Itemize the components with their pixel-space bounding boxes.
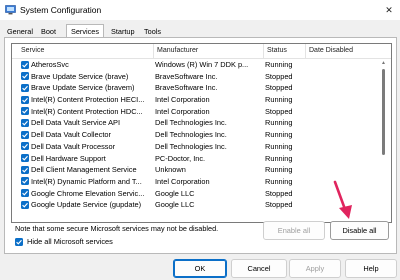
tab-boot[interactable]: Boot [41, 26, 56, 37]
service-checkbox[interactable] [21, 107, 29, 116]
service-manufacturer: Google LLC [155, 200, 195, 210]
column-divider[interactable] [305, 44, 306, 58]
hide-microsoft-services-checkbox[interactable] [15, 238, 23, 246]
tab-startup[interactable]: Startup [111, 26, 135, 37]
service-name: AtherosSvc [31, 60, 69, 69]
service-checkbox[interactable] [21, 142, 29, 151]
tab-general[interactable]: General [7, 26, 33, 37]
service-checkbox[interactable] [21, 130, 29, 139]
table-row[interactable]: Dell Hardware Support PC-Doctor, Inc. Ru… [12, 153, 372, 165]
column-divider[interactable] [263, 44, 264, 58]
service-name: Brave Update Service (bravem) [31, 83, 135, 93]
ok-button[interactable]: OK [173, 259, 227, 278]
service-name: Intel(R) Dynamic Platform and T... [31, 176, 142, 186]
window-title: System Configuration [20, 5, 102, 15]
service-status: Stopped [265, 188, 293, 198]
note-text: Note that some secure Microsoft services… [15, 224, 219, 233]
table-row[interactable]: Intel(R) Content Protection HECI... Inte… [12, 94, 372, 106]
service-manufacturer: Intel Corporation [155, 176, 210, 186]
service-checkbox[interactable] [21, 154, 29, 162]
service-status: Running [265, 165, 293, 175]
service-status: Running [265, 130, 293, 140]
service-name: Dell Hardware Support [31, 153, 106, 163]
service-checkbox[interactable] [21, 177, 29, 186]
list-header: Service Manufacturer Status Date Disable… [12, 44, 391, 59]
service-name: Dell Data Vault Processor [31, 141, 116, 151]
service-name: Intel(R) Content Protection HDC... [31, 106, 143, 116]
system-configuration-icon [5, 5, 16, 15]
hide-microsoft-services-label[interactable]: Hide all Microsoft services [27, 237, 113, 246]
table-row[interactable]: Google Update Service (gupdate) Google L… [12, 199, 372, 211]
service-manufacturer: Dell Technologies Inc. [155, 118, 227, 128]
service-checkbox[interactable] [21, 72, 29, 81]
service-name: Brave Update Service (brave) [31, 71, 129, 81]
service-status: Running [265, 153, 293, 163]
table-row[interactable]: Dell Data Vault Collector Dell Technolog… [12, 129, 372, 141]
service-status: Stopped [265, 200, 293, 210]
service-checkbox[interactable] [21, 60, 29, 69]
help-button[interactable]: Help [345, 259, 397, 278]
table-row[interactable]: Brave Update Service (bravem) BraveSoftw… [12, 82, 372, 94]
table-row[interactable]: Google Chrome Elevation Servic... Google… [12, 188, 372, 200]
close-button[interactable]: ✕ [378, 0, 400, 20]
table-row[interactable]: Dell Data Vault Service API Dell Technol… [12, 117, 372, 129]
service-checkbox[interactable] [21, 165, 29, 174]
scroll-up-arrow-icon[interactable]: ▲ [381, 60, 386, 66]
service-name: Dell Client Management Service [31, 165, 137, 175]
service-name: Dell Data Vault Service API [31, 118, 121, 128]
service-checkbox[interactable] [21, 200, 29, 209]
service-manufacturer: BraveSoftware Inc. [155, 71, 218, 81]
apply-button[interactable]: Apply [289, 259, 341, 278]
service-checkbox[interactable] [21, 118, 29, 127]
column-header-manufacturer[interactable]: Manufacturer [157, 47, 198, 54]
service-name: Intel(R) Content Protection HECI... [31, 95, 145, 105]
scrollbar-thumb[interactable] [382, 69, 385, 155]
service-manufacturer: Dell Technologies Inc. [155, 130, 227, 140]
column-header-date-disabled[interactable]: Date Disabled [309, 47, 353, 54]
service-checkbox[interactable] [21, 83, 29, 92]
table-row[interactable]: Dell Data Vault Processor Dell Technolog… [12, 141, 372, 153]
table-row[interactable]: Dell Client Management Service Unknown R… [12, 164, 372, 176]
service-name: Dell Data Vault Collector [31, 130, 111, 140]
table-row[interactable]: Brave Update Service (brave) BraveSoftwa… [12, 71, 372, 83]
tab-tools[interactable]: Tools [144, 26, 161, 37]
service-status: Stopped [265, 106, 293, 116]
service-manufacturer: Windows (R) Win 7 DDK p... [155, 60, 249, 69]
column-header-service[interactable]: Service [21, 47, 44, 54]
service-manufacturer: Intel Corporation [155, 95, 210, 105]
column-divider[interactable] [153, 44, 154, 58]
service-manufacturer: BraveSoftware Inc. [155, 83, 218, 93]
service-status: Running [265, 95, 293, 105]
service-status: Running [265, 176, 293, 186]
service-status: Stopped [265, 83, 293, 93]
service-status: Running [265, 60, 293, 69]
service-manufacturer: Dell Technologies Inc. [155, 141, 227, 151]
service-status: Stopped [265, 71, 293, 81]
enable-all-button[interactable]: Enable all [263, 221, 325, 240]
service-checkbox[interactable] [21, 95, 29, 104]
service-name: Google Update Service (gupdate) [31, 200, 142, 210]
vertical-scrollbar[interactable]: ▲ [380, 60, 388, 220]
column-header-status[interactable]: Status [267, 47, 287, 54]
service-rows: AtherosSvc Windows (R) Win 7 DDK p... Ru… [12, 59, 372, 211]
service-manufacturer: Unknown [155, 165, 186, 175]
table-row[interactable]: Intel(R) Dynamic Platform and T... Intel… [12, 176, 372, 188]
service-manufacturer: Google LLC [155, 188, 195, 198]
annotation-arrow-icon [333, 180, 352, 219]
table-row[interactable]: Intel(R) Content Protection HDC... Intel… [12, 106, 372, 118]
table-row[interactable]: AtherosSvc Windows (R) Win 7 DDK p... Ru… [12, 59, 372, 71]
service-manufacturer: Intel Corporation [155, 106, 210, 116]
service-checkbox[interactable] [21, 189, 29, 198]
service-status: Running [265, 118, 293, 128]
service-status: Running [265, 141, 293, 151]
title-bar: System Configuration ✕ [0, 0, 400, 20]
service-name: Google Chrome Elevation Servic... [31, 188, 145, 198]
cancel-button[interactable]: Cancel [231, 259, 287, 278]
service-manufacturer: PC-Doctor, Inc. [155, 153, 206, 163]
